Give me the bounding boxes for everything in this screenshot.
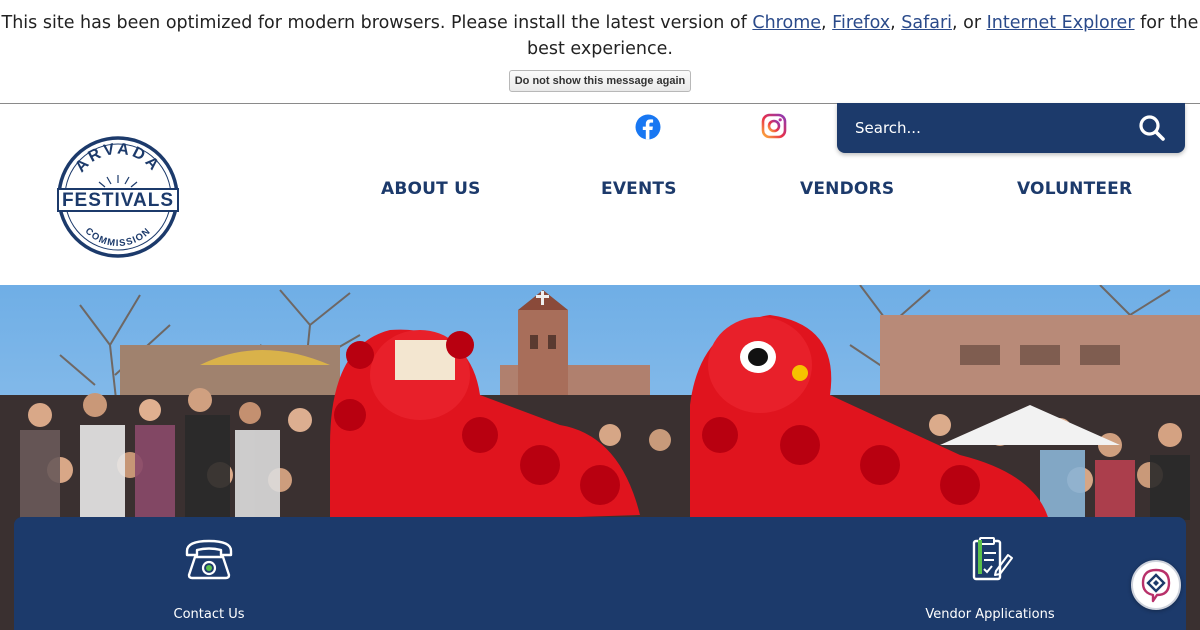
site-header: ARVADA FESTIVALS COMMISSION Search... AB… (0, 103, 1200, 285)
notice-separator: , (821, 13, 833, 33)
notice-separator: , (890, 13, 902, 33)
quick-links-panel: Contact Us Vendor Applications (14, 517, 1186, 630)
chat-assistant-button[interactable] (1131, 560, 1181, 610)
logo-text-middle: FESTIVALS (62, 190, 174, 211)
arvada-festivals-logo[interactable]: ARVADA FESTIVALS COMMISSION (53, 135, 183, 259)
facebook-icon[interactable] (635, 114, 661, 140)
nav-about-us[interactable]: ABOUT US (381, 179, 481, 199)
clipboard-icon (972, 537, 1013, 581)
browser-notice: This site has been optimized for modern … (0, 0, 1200, 104)
search-bar (837, 103, 1185, 153)
internet-explorer-link[interactable]: Internet Explorer (987, 13, 1135, 33)
safari-link[interactable]: Safari (901, 13, 952, 33)
contact-us-link[interactable]: Contact Us (109, 537, 309, 622)
search-input[interactable] (855, 117, 1115, 139)
dismiss-notice-button[interactable]: Do not show this message again (509, 70, 691, 92)
vendor-applications-link[interactable]: Vendor Applications (890, 537, 1090, 622)
firefox-link[interactable]: Firefox (832, 13, 890, 33)
notice-text-before: This site has been optimized for modern … (1, 13, 753, 33)
notice-message: This site has been optimized for modern … (0, 0, 1200, 62)
notice-separator: , or (952, 13, 987, 33)
search-icon[interactable] (1137, 113, 1167, 143)
instagram-icon[interactable] (761, 113, 787, 139)
nav-volunteer[interactable]: VOLUNTEER (1017, 179, 1132, 199)
telephone-icon (185, 539, 233, 580)
chat-bubble-icon (1141, 568, 1171, 603)
nav-vendors[interactable]: VENDORS (800, 179, 894, 199)
nav-events[interactable]: EVENTS (601, 179, 677, 199)
vendor-applications-label: Vendor Applications (925, 607, 1055, 622)
contact-us-label: Contact Us (173, 607, 245, 622)
chrome-link[interactable]: Chrome (752, 13, 821, 33)
